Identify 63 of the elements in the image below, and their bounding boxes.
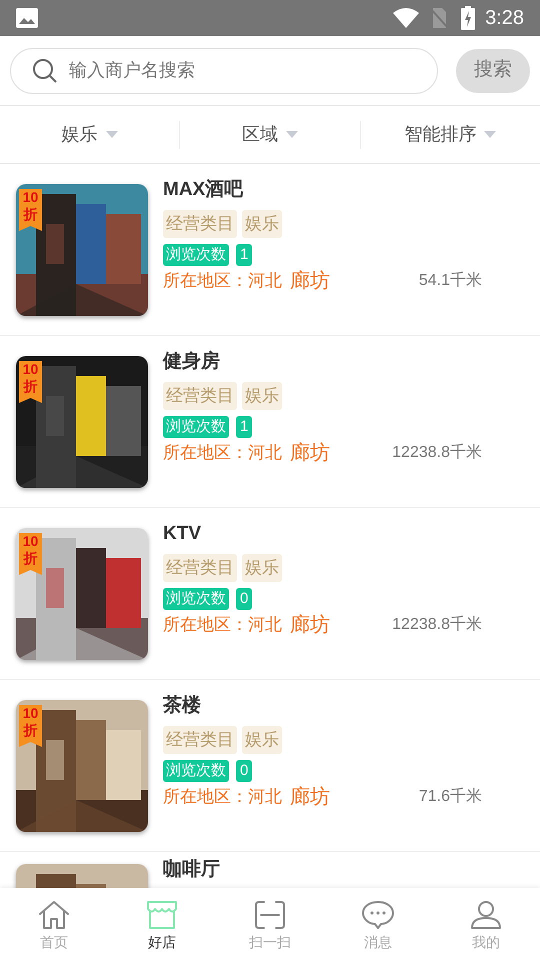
caret-icon	[106, 131, 118, 138]
battery-icon	[461, 6, 476, 30]
filter-dropdown[interactable]: 娱乐	[62, 121, 118, 148]
views-count: 1	[236, 244, 252, 266]
search-icon	[32, 58, 58, 84]
shop-name[interactable]: 咖啡厅	[163, 858, 482, 882]
region-label: 所在地区：	[163, 442, 248, 464]
clock-text: 3:28	[485, 6, 524, 31]
views-count: 0	[236, 588, 252, 610]
filter-dropdown[interactable]: 区域	[242, 121, 298, 148]
distance-text: 12238.8千米	[392, 614, 482, 635]
views-label: 浏览次数	[163, 760, 229, 782]
chat-bubble-icon	[361, 900, 395, 930]
region-label: 所在地区：	[163, 614, 248, 636]
category-tag: 娱乐	[242, 726, 282, 754]
home-icon	[37, 900, 71, 930]
views-label: 浏览次数	[163, 416, 229, 438]
views-count: 0	[236, 760, 252, 782]
province-text: 河北	[248, 270, 282, 292]
discount-text: 10	[22, 361, 38, 378]
city-text: 廊坊	[290, 785, 330, 810]
discount-text: 折	[24, 722, 38, 739]
region-label: 所在地区：	[163, 270, 248, 292]
views-label: 浏览次数	[163, 244, 229, 266]
views-count: 1	[236, 416, 252, 438]
caret-icon	[286, 131, 298, 138]
category-tag: 娱乐	[242, 382, 282, 410]
province-text: 河北	[248, 442, 282, 464]
user-icon	[469, 900, 503, 930]
province-text: 河北	[248, 786, 282, 808]
category-tag: 经营类目	[163, 210, 237, 238]
discount-text: 折	[24, 550, 38, 567]
discount-text: 10	[22, 533, 38, 550]
discount-text: 10	[22, 189, 38, 206]
city-text: 廊坊	[290, 269, 330, 294]
category-tag: 娱乐	[242, 554, 282, 582]
discount-text: 折	[24, 378, 38, 395]
discount-text: 折	[24, 206, 38, 223]
shop-name[interactable]: KTV	[163, 522, 482, 546]
image-icon	[16, 8, 38, 28]
city-text: 廊坊	[290, 613, 330, 638]
city-text: 廊坊	[290, 441, 330, 466]
category-tag: 经营类目	[163, 382, 237, 410]
views-label: 浏览次数	[163, 588, 229, 610]
province-text: 河北	[248, 614, 282, 636]
category-tag: 经营类目	[163, 554, 237, 582]
category-tag: 经营类目	[163, 726, 237, 754]
category-tag: 娱乐	[242, 210, 282, 238]
region-label: 所在地区：	[163, 786, 248, 808]
filter-dropdown[interactable]: 智能排序	[404, 121, 496, 148]
caret-icon	[484, 131, 496, 138]
discount-text: 10	[22, 705, 38, 722]
distance-text: 12238.8千米	[392, 442, 482, 463]
wifi-icon	[393, 8, 420, 28]
shop-name[interactable]: MAX酒吧	[163, 178, 482, 202]
shop-name[interactable]: 健身房	[163, 350, 482, 374]
tab-item[interactable]: 好店	[108, 888, 216, 960]
shop-name[interactable]: 茶楼	[163, 694, 482, 718]
scan-icon	[253, 900, 287, 930]
distance-text: 71.6千米	[418, 786, 482, 807]
distance-text: 54.1千米	[418, 270, 482, 291]
store-icon	[145, 900, 179, 930]
search-field[interactable]: 输入商户名搜索	[10, 48, 438, 94]
